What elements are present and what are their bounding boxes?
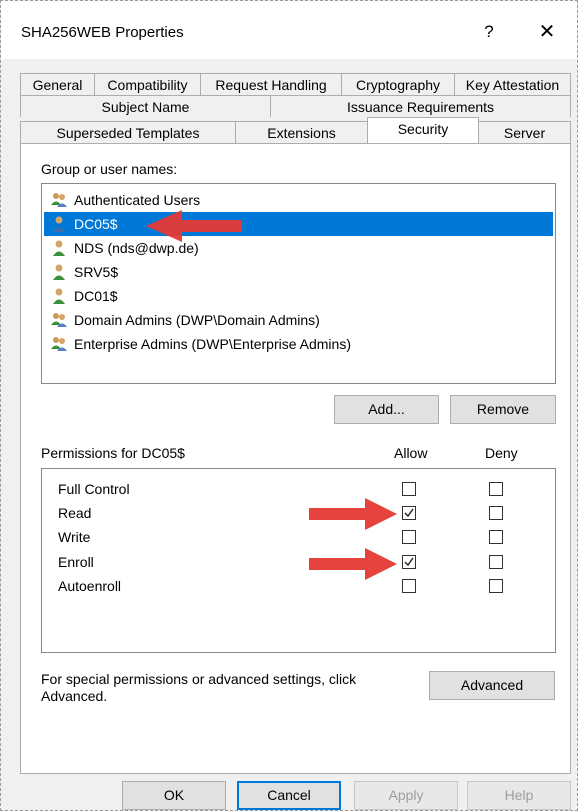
user-listbox[interactable]: Authenticated Users DC05$ NDS (nds@dwp.d… (41, 183, 556, 384)
permissions-list: Full Control Read Write Enroll Autoenrol… (41, 468, 556, 653)
help-icon[interactable]: ? (467, 17, 511, 47)
deny-read-checkbox[interactable] (489, 506, 503, 520)
perm-name-write: Write (58, 529, 91, 545)
allow-read-checkbox[interactable] (402, 506, 416, 520)
deny-full-control-checkbox[interactable] (489, 482, 503, 496)
annotation-arrow-icon (146, 210, 242, 242)
cancel-button[interactable]: Cancel (237, 781, 341, 810)
advanced-hint-text: For special permissions or advanced sett… (41, 671, 357, 704)
title-bar: SHA256WEB Properties ? ✕ (1, 1, 577, 59)
group-icon (51, 337, 67, 351)
deny-write-checkbox[interactable] (489, 530, 503, 544)
tab-issuance-requirements[interactable]: Issuance Requirements (270, 95, 571, 117)
tab-superseded-templates[interactable]: Superseded Templates (20, 121, 236, 143)
list-item[interactable]: SRV5$ (44, 260, 553, 284)
list-item[interactable]: DC05$ (44, 212, 553, 236)
tab-subject-name[interactable]: Subject Name (20, 95, 271, 117)
list-item[interactable]: Authenticated Users (44, 188, 553, 212)
group-names-label: Group or user names: (41, 161, 178, 177)
tab-cryptography[interactable]: Cryptography (341, 73, 455, 95)
advanced-button[interactable]: Advanced (429, 671, 555, 700)
properties-dialog: SHA256WEB Properties ? ✕ General Compati… (0, 0, 578, 811)
tab-server[interactable]: Server (478, 121, 571, 143)
group-icon (51, 193, 67, 207)
allow-full-control-checkbox[interactable] (402, 482, 416, 496)
check-icon (404, 508, 414, 518)
deny-autoenroll-checkbox[interactable] (489, 579, 503, 593)
ok-button[interactable]: OK (122, 781, 226, 810)
user-icon (53, 216, 65, 232)
check-icon (404, 557, 414, 567)
remove-button[interactable]: Remove (450, 395, 556, 424)
perm-name-enroll: Enroll (58, 554, 94, 570)
list-item[interactable]: DC01$ (44, 284, 553, 308)
allow-autoenroll-checkbox[interactable] (402, 579, 416, 593)
group-icon (51, 313, 67, 327)
user-icon (53, 240, 65, 256)
permissions-label: Permissions for DC05$ (41, 445, 185, 461)
allow-write-checkbox[interactable] (402, 530, 416, 544)
tab-key-attestation[interactable]: Key Attestation (454, 73, 571, 95)
allow-enroll-checkbox[interactable] (402, 555, 416, 569)
add-button[interactable]: Add... (334, 395, 439, 424)
perm-name-autoenroll: Autoenroll (58, 578, 122, 594)
tab-general[interactable]: General (20, 73, 95, 95)
help-button[interactable]: Help (467, 781, 571, 810)
perm-name-full-control: Full Control (58, 481, 130, 497)
allow-header: Allow (394, 445, 428, 461)
annotation-arrow-icon (309, 548, 397, 580)
close-icon[interactable]: ✕ (525, 17, 569, 47)
list-item[interactable]: NDS (nds@dwp.de) (44, 236, 553, 260)
list-item[interactable]: Domain Admins (DWP\Domain Admins) (44, 308, 553, 332)
perm-name-read: Read (58, 505, 92, 521)
deny-enroll-checkbox[interactable] (489, 555, 503, 569)
tab-extensions[interactable]: Extensions (235, 121, 368, 143)
tab-security[interactable]: Security (367, 117, 479, 143)
user-icon (53, 288, 65, 304)
annotation-arrow-icon (309, 498, 397, 530)
apply-button[interactable]: Apply (354, 781, 458, 810)
deny-header: Deny (485, 445, 518, 461)
tab-compatibility[interactable]: Compatibility (94, 73, 201, 95)
list-item[interactable]: Enterprise Admins (DWP\Enterprise Admins… (44, 332, 553, 356)
window-title: SHA256WEB Properties (21, 24, 184, 41)
user-icon (53, 264, 65, 280)
tab-request-handling[interactable]: Request Handling (200, 73, 342, 95)
